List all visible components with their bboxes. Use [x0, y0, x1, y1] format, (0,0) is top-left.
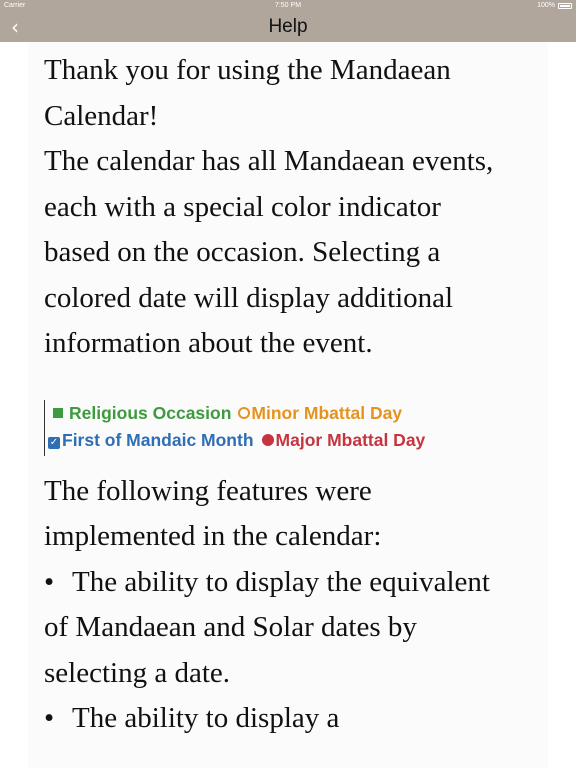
feature-item-1: The ability to display the equivalent of…: [44, 565, 490, 689]
color-legend: Religious Occasion Minor Mbattal Day ✓ Fir…: [44, 399, 465, 456]
navigation-bar: ‹ Help: [0, 12, 576, 42]
red-dot-icon: [261, 433, 274, 446]
page-title: Help: [268, 16, 308, 37]
feature-item-2: The ability to display a: [72, 702, 340, 734]
legend-minor-mbattal-day: Minor Mbattal Day: [251, 402, 403, 423]
battery-indicator: 100%: [537, 2, 572, 9]
intro-paragraph: Thank you for using the Mandaean Calenda…: [44, 48, 514, 367]
help-content-panel[interactable]: Thank you for using the Mandaean Calenda…: [28, 42, 548, 768]
legend-row-1: Religious Occasion Minor Mbattal Day: [47, 400, 465, 427]
intro-body: The calendar has all Mandaean events, ea…: [44, 145, 494, 359]
help-content: Thank you for using the Mandaean Calenda…: [44, 42, 514, 742]
features-intro: The following features were implemented …: [44, 474, 382, 553]
intro-line-1: Thank you for using the Mandaean: [44, 54, 451, 86]
intro-line-2: Calendar!: [44, 99, 159, 132]
status-time: 7:50 PM: [274, 2, 302, 9]
legend-major-mbattal-day: Major Mbattal Day: [275, 429, 426, 450]
legend-row-2: ✓ First of Mandaic Month Major Mbattal Day: [47, 427, 465, 454]
legend-first-of-mandaic-month: First of Mandaic Month: [62, 429, 254, 450]
battery-percent: 100%: [537, 2, 555, 9]
green-square-icon: [53, 407, 63, 418]
bullet-icon: •: [44, 565, 55, 598]
battery-icon: [558, 2, 572, 9]
bullet-icon: •: [44, 702, 55, 734]
features-paragraph: The following features were implemented …: [44, 469, 514, 742]
legend-religious-occasion: Religious Occasion: [69, 402, 232, 423]
orange-ring-icon: [238, 406, 251, 419]
status-bar: Carrier 7:50 PM 100%: [0, 0, 576, 12]
blue-checkbox-icon: ✓: [48, 436, 60, 449]
